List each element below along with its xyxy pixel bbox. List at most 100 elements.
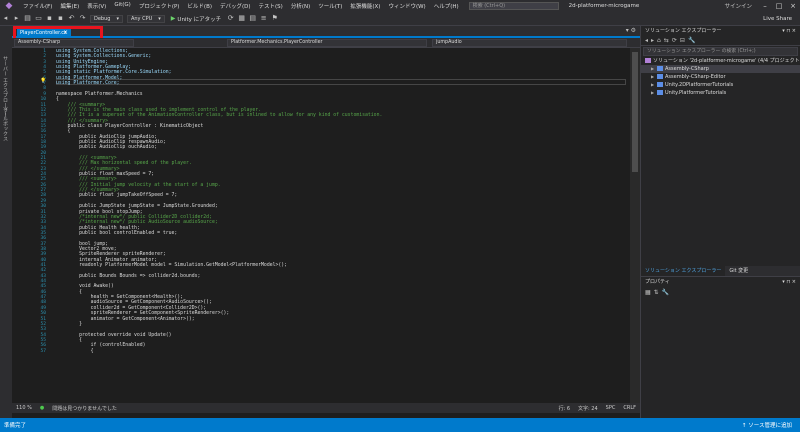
code-line[interactable]: audioSource = GetComponent<AudioSource>(… [56, 300, 212, 305]
minimize-icon[interactable]: – [758, 2, 772, 10]
class-dropdown[interactable]: Platformer.Mechanics.PlayerController [227, 39, 427, 47]
menu-item[interactable]: ヘルプ(H) [430, 2, 463, 10]
lightbulb-icon[interactable]: 💡 [40, 78, 46, 84]
pane-controls-icon[interactable]: ▾ ⊓ × [782, 277, 796, 287]
menu-item[interactable]: ビルド(B) [183, 2, 216, 10]
code-line[interactable]: internal Animator animator; [56, 258, 157, 263]
tree-project-item[interactable]: ▶ Assembly-CSharp [641, 65, 800, 73]
code-line[interactable]: { [56, 97, 59, 102]
menu-item[interactable]: 編集(E) [56, 2, 83, 10]
tab-list-icon[interactable]: ▾ ⚙ [626, 27, 636, 34]
scroll-thumb[interactable] [632, 52, 638, 172]
configuration-select[interactable]: Debug ▾ [90, 14, 123, 23]
save-all-icon[interactable]: ▪ [56, 14, 65, 23]
tree-project-item[interactable]: ▶ Assembly-CSharp-Editor [641, 73, 800, 81]
code-line[interactable]: /// </summary> [56, 167, 119, 172]
code-line[interactable]: { [56, 349, 94, 354]
code-line[interactable]: namespace Platformer.Mechanics [56, 92, 143, 97]
indent-indicator[interactable]: SPC [606, 405, 616, 411]
code-line[interactable]: readonly PlatformerModel model = Simulat… [56, 263, 287, 268]
forward-icon[interactable]: ▸ [12, 14, 21, 23]
code-line[interactable]: public Bounds Bounds => collider2d.bound… [56, 274, 200, 279]
code-line[interactable]: public class PlayerController : Kinemati… [56, 124, 204, 129]
pane-controls-icon[interactable]: ▾ ⊓ × [782, 26, 796, 36]
forward-icon[interactable]: ▸ [651, 37, 654, 44]
collapse-all-icon[interactable]: ⊟ [680, 37, 685, 44]
tab-solution-explorer[interactable]: ソリューション エクスプローラー [641, 266, 726, 276]
code-line[interactable]: bool jump; [56, 242, 108, 247]
menu-item[interactable]: 拡張機能(X) [346, 2, 384, 10]
menu-item[interactable]: ツール(T) [314, 2, 346, 10]
alphabetical-icon[interactable]: ⇅ [654, 289, 659, 296]
code-line[interactable]: using UnityEngine; [56, 60, 108, 65]
code-line[interactable]: protected override void Update() [56, 333, 171, 338]
menu-item[interactable]: デバッグ(D) [216, 2, 255, 10]
code-line[interactable]: void Awake() [56, 284, 114, 289]
redo-icon[interactable]: ↷ [78, 14, 87, 23]
issues-text[interactable]: 問題は見つかりませんでした [52, 405, 117, 412]
project-dropdown[interactable]: Assembly-CSharp [14, 39, 134, 47]
menu-item[interactable]: テスト(S) [255, 2, 287, 10]
platform-select[interactable]: Any CPU ▾ [126, 14, 165, 23]
add-to-source-control-button[interactable]: ↑ ソース管理に追加 [742, 421, 792, 429]
tab-git-changes[interactable]: Git 変更 [725, 266, 752, 276]
toolbox-tab[interactable]: ツールボックス [2, 106, 9, 141]
code-line[interactable]: public AudioClip ouchAudio; [56, 145, 157, 150]
tree-solution-root[interactable]: ソリューション '2d-platformer-microgame' (4/4 プ… [641, 57, 800, 65]
switch-view-icon[interactable]: ⇆ [664, 37, 669, 44]
code-line[interactable]: using static Platformer.Core.Simulation; [56, 70, 172, 75]
menu-item[interactable]: Git(G) [110, 2, 135, 10]
code-line[interactable]: { [56, 290, 82, 295]
code-line[interactable]: SpriteRenderer spriteRenderer; [56, 252, 166, 257]
menu-item[interactable]: 分析(N) [287, 2, 314, 10]
signin-link[interactable]: サインイン [724, 2, 752, 10]
code-line[interactable]: /*internal new*/ public AudioSource audi… [56, 220, 218, 225]
home-icon[interactable]: ⌂ [657, 37, 661, 44]
menu-item[interactable]: ファイル(F) [19, 2, 56, 10]
open-file-icon[interactable]: ▭ [34, 14, 43, 23]
code-line[interactable]: using System.Collections.Generic; [56, 54, 151, 59]
menu-item[interactable]: プロジェクト(P) [135, 2, 184, 10]
property-pages-icon[interactable]: 🔧 [662, 289, 669, 296]
save-icon[interactable]: ▪ [45, 14, 54, 23]
menu-item[interactable]: ウィンドウ(W) [384, 2, 429, 10]
code-line[interactable]: public float jumpTakeOffSpeed = 7; [56, 193, 177, 198]
search-input[interactable]: 検索 (Ctrl+Q) [468, 2, 559, 10]
vertical-scrollbar[interactable] [630, 48, 640, 403]
code-line[interactable]: /// Max horizontal speed of the player. [56, 161, 192, 166]
properties-icon[interactable]: 🔧 [688, 37, 695, 44]
code-line[interactable]: public Health health; [56, 226, 140, 231]
toolbar-icon[interactable]: ▤ [248, 14, 257, 23]
code-lines[interactable]: using System.Collections; using System.Co… [56, 48, 626, 403]
code-line[interactable]: /// <summary> [56, 103, 106, 108]
code-line[interactable]: public JumpState jumpState = JumpState.G… [56, 204, 218, 209]
code-line[interactable]: animator = GetComponent<Animator>(); [56, 317, 195, 322]
code-line[interactable]: using Platformer.Model; [56, 76, 122, 81]
code-line[interactable]: public AudioClip jumpAudio; [56, 135, 157, 140]
code-line[interactable]: /// Initial jump velocity at the start o… [56, 183, 221, 188]
bookmark-icon[interactable]: ⚑ [270, 14, 279, 23]
code-line[interactable]: public bool controlEnabled = true; [56, 231, 177, 236]
code-line[interactable]: } [56, 322, 82, 327]
menu-item[interactable]: 表示(V) [83, 2, 110, 10]
undo-icon[interactable]: ↶ [67, 14, 76, 23]
code-editor[interactable]: 1 2 3 4 5 6 7 8 9 10 11 12 13 14 15 16 17 18 19 20 21 22 23 24 2… [12, 48, 640, 403]
refresh-icon[interactable]: ⟳ [672, 37, 677, 44]
code-line[interactable]: private bool stopJump; [56, 210, 143, 215]
close-icon[interactable]: × [786, 2, 800, 10]
maximize-icon[interactable]: □ [772, 2, 786, 10]
attach-unity-button[interactable]: ▶ Unity にアタッチ [171, 15, 221, 23]
code-line[interactable]: spriteRenderer = GetComponent<SpriteRend… [56, 311, 230, 316]
code-line[interactable]: { [56, 129, 71, 134]
code-line[interactable]: /// It is a superset of the AnimationCon… [56, 113, 383, 118]
solution-search-input[interactable]: ソリューション エクスプローラー の検索 (Ctrl+;) [643, 47, 798, 56]
tree-project-item[interactable]: ▶ Unity.2DPlatformerTutorials [641, 81, 800, 89]
code-line[interactable]: using Platformer.Core; [56, 81, 120, 86]
code-line[interactable]: if (controlEnabled) [56, 343, 146, 348]
code-line[interactable]: /// </summary> [56, 119, 108, 124]
toolbar-icon[interactable]: ≡ [259, 14, 268, 23]
live-share-button[interactable]: Live Share [763, 16, 792, 22]
toolbar-icon[interactable]: ▦ [237, 14, 246, 23]
line-ending-indicator[interactable]: CRLF [623, 405, 636, 411]
member-dropdown[interactable]: jumpAudio [432, 39, 627, 47]
